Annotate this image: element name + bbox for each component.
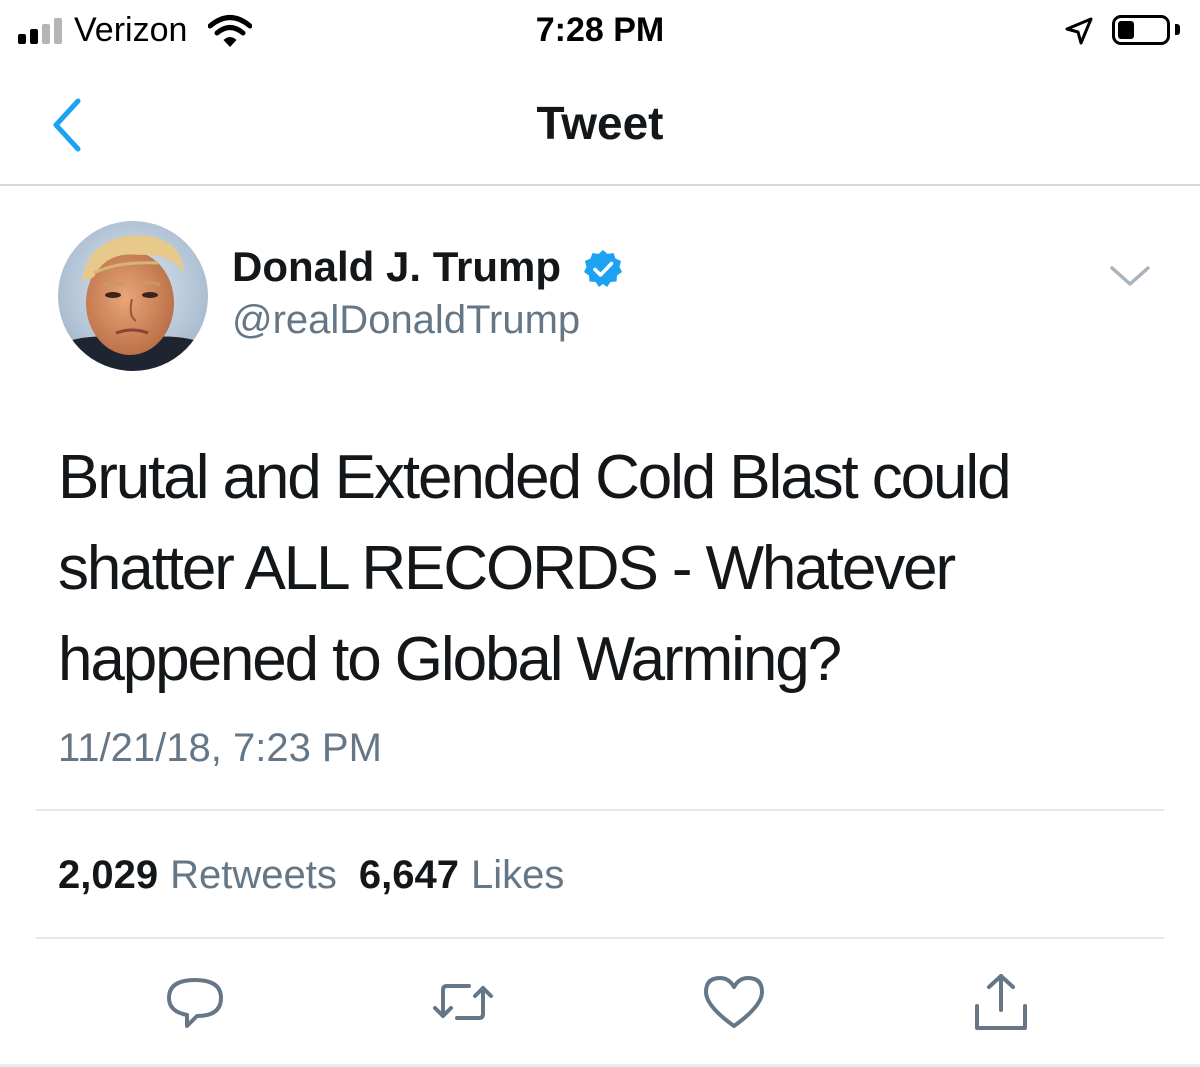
retweet-icon[interactable] <box>431 970 495 1034</box>
navigation-bar: Tweet <box>0 62 1200 186</box>
tweet-timestamp: 11/21/18, 7:23 PM <box>58 726 382 770</box>
battery-level <box>1118 21 1134 39</box>
divider <box>36 937 1164 939</box>
battery-icon <box>1112 15 1170 45</box>
retweets-label: Retweets <box>170 853 337 897</box>
tweet-detail-screen: Verizon 7:28 PM Tweet Donald J. Trump @r… <box>0 0 1200 1067</box>
engagement-stats: 2,029 Retweets 6,647 Likes <box>58 850 586 900</box>
author-handle[interactable]: @realDonaldTrump <box>232 297 580 343</box>
tweet-text-line: shatter ALL RECORDS - Whatever <box>58 534 956 603</box>
share-icon[interactable] <box>969 970 1033 1034</box>
tweet-text-line: happened to Global Warming? <box>58 625 842 694</box>
like-icon[interactable] <box>702 970 766 1034</box>
avatar-image <box>58 221 208 371</box>
likes-count: 6,647 <box>358 853 459 897</box>
page-title: Tweet <box>536 97 664 149</box>
reply-icon[interactable] <box>163 970 227 1034</box>
tweet-text-line: Brutal and Extended Cold Blast could <box>58 443 1012 512</box>
likes-label: Likes <box>470 853 565 897</box>
author-name[interactable]: Donald J. Trump <box>232 243 561 291</box>
likes-stat[interactable]: 6,647 Likes <box>359 853 587 897</box>
location-arrow-icon <box>1065 17 1093 45</box>
status-time: 7:28 PM <box>535 11 665 49</box>
tweet-text: Brutal and Extended Cold Blast could sha… <box>58 432 1158 705</box>
verified-badge-icon <box>584 250 622 287</box>
status-bar: Verizon 7:28 PM <box>0 0 1200 62</box>
retweets-count: 2,029 <box>58 853 159 897</box>
battery-tip <box>1175 24 1180 35</box>
divider <box>36 809 1164 811</box>
retweets-stat[interactable]: 2,029 Retweets <box>58 853 359 897</box>
chevron-down-icon[interactable] <box>1108 262 1152 290</box>
avatar[interactable] <box>58 221 208 371</box>
